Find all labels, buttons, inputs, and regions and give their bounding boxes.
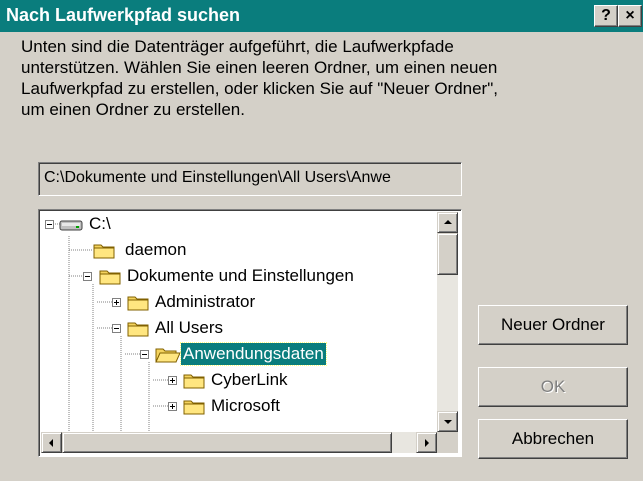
tree-node-label[interactable]: Administrator — [153, 291, 257, 313]
folder-tree[interactable]: C:\ daemon Dokumente und Einstellungen A… — [38, 209, 462, 457]
description-text: Unten sind die Datenträger aufgeführt, d… — [21, 37, 498, 119]
folder-icon — [183, 374, 205, 389]
tree-node-label[interactable]: daemon — [123, 239, 188, 261]
collapse-toggle[interactable] — [45, 220, 54, 229]
new-folder-button[interactable]: Neuer Ordner — [478, 305, 628, 345]
hscroll-thumb[interactable] — [62, 432, 392, 453]
folder-icon — [127, 296, 149, 311]
tree-node-label[interactable]: CyberLink — [209, 369, 290, 391]
left-arrow-icon — [49, 439, 53, 447]
up-arrow-icon — [444, 220, 452, 224]
folder-icon — [183, 400, 205, 415]
collapse-toggle[interactable] — [83, 272, 92, 281]
scroll-thumb[interactable] — [437, 233, 458, 275]
close-button[interactable]: × — [618, 5, 642, 27]
scroll-right-button[interactable] — [416, 432, 437, 453]
dialog-window: Nach Laufwerkpfad suchen ? × Unten sind … — [0, 0, 643, 481]
horizontal-scrollbar[interactable] — [41, 432, 437, 453]
tree-node-label-selected[interactable]: Anwendungsdaten — [180, 342, 327, 366]
tree-node-label[interactable]: C:\ — [87, 213, 113, 235]
scroll-left-button[interactable] — [41, 432, 62, 453]
down-arrow-icon — [444, 420, 452, 424]
folder-icon — [127, 322, 149, 337]
help-button[interactable]: ? — [594, 5, 618, 27]
scroll-up-button[interactable] — [437, 212, 458, 233]
vertical-scrollbar[interactable] — [437, 212, 458, 432]
tree-node-label[interactable]: All Users — [153, 317, 225, 339]
folder-icon — [93, 244, 115, 259]
title-bar[interactable]: Nach Laufwerkpfad suchen ? × — [0, 0, 643, 32]
tree-node-label[interactable]: Microsoft — [209, 395, 282, 417]
scroll-corner — [437, 432, 458, 453]
open-folder-icon — [155, 348, 181, 363]
scroll-down-button[interactable] — [437, 411, 458, 432]
expand-toggle[interactable] — [112, 298, 121, 307]
tree-content: C:\ daemon Dokumente und Einstellungen A… — [41, 212, 437, 432]
path-field: C:\Dokumente und Einstellungen\All Users… — [38, 162, 462, 196]
folder-icon — [99, 270, 121, 285]
cancel-button[interactable]: Abbrechen — [478, 419, 628, 459]
drive-icon — [59, 220, 83, 231]
collapse-toggle[interactable] — [140, 350, 149, 359]
tree-node-label[interactable]: Dokumente und Einstellungen — [125, 265, 356, 287]
right-arrow-icon — [425, 439, 429, 447]
expand-toggle[interactable] — [168, 376, 177, 385]
collapse-toggle[interactable] — [112, 324, 121, 333]
ok-button[interactable]: OK — [478, 367, 628, 407]
window-title: Nach Laufwerkpfad suchen — [6, 5, 241, 25]
expand-toggle[interactable] — [168, 402, 177, 411]
